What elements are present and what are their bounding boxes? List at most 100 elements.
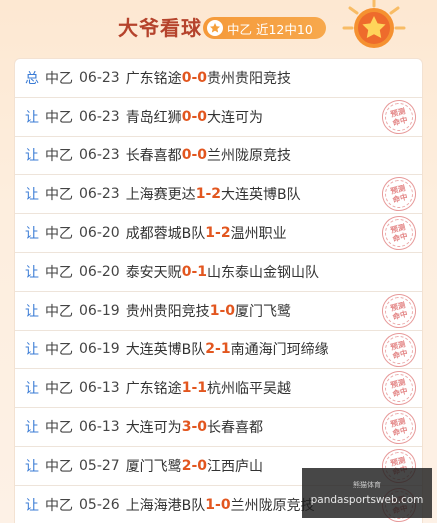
hit-stamp-icon: 预测命中 xyxy=(378,173,420,215)
away-team: 南通海门珂缔缘 xyxy=(230,342,329,359)
bet-type: 让 xyxy=(25,226,39,243)
league: 中乙 xyxy=(45,187,73,204)
league: 中乙 xyxy=(45,420,73,437)
stamp-line2: 命中 xyxy=(391,386,409,399)
stamp-line1: 预测 xyxy=(389,339,407,352)
match-date: 06-23 xyxy=(79,147,120,164)
hit-stamp-icon: 预测命中 xyxy=(378,328,420,371)
away-score: 0 xyxy=(197,108,207,125)
bet-type: 让 xyxy=(25,458,39,475)
list-item[interactable]: 让中乙 06-13 大连可为 3 - 0 长春喜都 预测 命中 xyxy=(15,406,422,448)
bet-type: 让 xyxy=(25,148,39,165)
away-team: 贵州贵阳竞技 xyxy=(207,70,291,87)
hit-stamp-icon: 预测命中 xyxy=(378,367,420,409)
home-score: 0 xyxy=(181,147,192,164)
stamp-line1: 预测 xyxy=(389,300,407,313)
stamp-line1: 预测 xyxy=(389,183,407,197)
list-item[interactable]: 总中乙 06-23 广东铭途 0 - 0 贵州贵阳竞技 xyxy=(15,59,422,98)
home-team: 上海赛更达 xyxy=(125,187,196,204)
league: 中乙 xyxy=(45,226,73,243)
league: 中乙 xyxy=(45,381,73,398)
away-score: 2 xyxy=(211,186,221,203)
home-team: 广东铭途 xyxy=(125,381,182,398)
away-score: 0 xyxy=(197,147,207,164)
away-team: 长春喜都 xyxy=(207,420,263,437)
home-score: 1 xyxy=(205,497,216,514)
record-badge[interactable]: 中乙 近12中10 xyxy=(203,17,326,39)
stamp-line1: 预测 xyxy=(389,106,407,119)
watermark: 熊猫体育 pandasportsweb.com xyxy=(302,468,432,518)
bet-type: 让 xyxy=(25,381,39,398)
home-score: 2 xyxy=(205,341,216,358)
match-date: 06-19 xyxy=(79,302,120,319)
match-date: 05-26 xyxy=(79,497,120,514)
home-score: 1 xyxy=(195,186,206,203)
home-team: 广东铭途 xyxy=(125,70,182,87)
stamp-line2: 命中 xyxy=(391,308,409,322)
bet-type: 让 xyxy=(25,420,39,437)
hit-stamp-icon: 预测命中 xyxy=(378,406,420,448)
home-team: 泰安天贶 xyxy=(125,264,182,281)
away-score: 0 xyxy=(197,419,207,436)
home-score: 3 xyxy=(181,419,192,436)
stamp-line1: 预测 xyxy=(389,416,407,429)
list-item[interactable]: 让中乙 06-19 贵州贵阳竞技 1 - 0 厦门飞鹭 预测 命中 xyxy=(15,290,422,332)
away-score: 0 xyxy=(220,497,231,514)
home-team: 青岛红狮 xyxy=(125,109,182,126)
list-item[interactable]: 让中乙 06-20 成都蓉城B队 1 - 2 温州职业 预测 命中 xyxy=(15,212,422,254)
list-item[interactable]: 让中乙 06-20 泰安天贶 0 - 1 山东泰山金钢山队 xyxy=(15,253,422,292)
bet-type: 让 xyxy=(25,342,39,359)
away-score: 1 xyxy=(197,380,207,397)
bet-type: 让 xyxy=(25,303,39,320)
badge-label: 中乙 近12中10 xyxy=(227,21,313,37)
home-score: 0 xyxy=(181,69,192,86)
list-item[interactable]: 让中乙 06-19 大连英博B队 2 - 1 南通海门珂缔缘 预测 命中 xyxy=(15,328,422,371)
bet-type: 总 xyxy=(25,70,39,87)
stamp-line1: 预测 xyxy=(389,455,407,468)
stamp-line1: 预测 xyxy=(389,377,407,391)
away-team: 大连英博B队 xyxy=(221,187,301,204)
bet-type: 让 xyxy=(25,498,39,515)
home-score: 2 xyxy=(181,457,192,474)
league: 中乙 xyxy=(45,498,73,515)
away-score: 0 xyxy=(225,302,235,319)
bet-type: 让 xyxy=(25,187,39,204)
prediction-list: 总中乙 06-23 广东铭途 0 - 0 贵州贵阳竞技让中乙 06-23 青岛红狮 0 - 0… xyxy=(14,58,423,523)
away-score: 1 xyxy=(220,341,231,358)
away-team: 大连可为 xyxy=(207,109,263,126)
away-score: 2 xyxy=(220,225,231,242)
list-item[interactable]: 让中乙 06-23 上海赛更达 1 - 2 大连英博B队 预测 命中 xyxy=(15,173,422,215)
home-score: 1 xyxy=(181,380,192,397)
stamp-line2: 命中 xyxy=(391,231,409,244)
match-date: 06-13 xyxy=(79,419,120,436)
away-team: 山东泰山金钢山队 xyxy=(207,264,319,281)
home-score: 0 xyxy=(181,108,192,125)
list-item[interactable]: 让中乙 06-13 广东铭途 1 - 1 杭州临平吴越 预测 命中 xyxy=(15,367,422,409)
bet-type: 让 xyxy=(25,264,39,281)
star-icon xyxy=(207,20,223,36)
home-score: 1 xyxy=(205,225,216,242)
away-score: 0 xyxy=(197,69,207,86)
hit-stamp-icon: 预测命中 xyxy=(378,212,420,254)
away-score: 0 xyxy=(197,457,207,474)
away-score: 1 xyxy=(197,263,207,280)
league: 中乙 xyxy=(45,264,73,281)
hit-stamp-icon: 预测命中 xyxy=(378,290,420,332)
match-date: 06-23 xyxy=(79,69,120,86)
match-date: 06-19 xyxy=(79,341,120,358)
home-team: 厦门飞鹭 xyxy=(125,458,182,475)
stamp-line1: 预测 xyxy=(389,222,407,236)
home-score: 1 xyxy=(209,302,220,319)
list-item[interactable]: 让中乙 06-23 长春喜都 0 - 0 兰州陇原竞技 xyxy=(15,137,422,176)
league: 中乙 xyxy=(45,342,73,359)
league: 中乙 xyxy=(45,148,73,165)
league: 中乙 xyxy=(45,303,73,320)
hit-stamp-icon: 预测命中 xyxy=(378,96,420,138)
watermark-text: pandasportsweb.com xyxy=(310,494,424,506)
page-title: 大爷看球 xyxy=(118,16,202,40)
list-item[interactable]: 让中乙 06-23 青岛红狮 0 - 0 大连可为 预测 命中 xyxy=(15,96,422,138)
match-date: 06-13 xyxy=(79,380,120,397)
stamp-line2: 命中 xyxy=(391,114,409,128)
away-team: 温州职业 xyxy=(230,226,287,243)
away-team: 江西庐山 xyxy=(207,458,263,475)
